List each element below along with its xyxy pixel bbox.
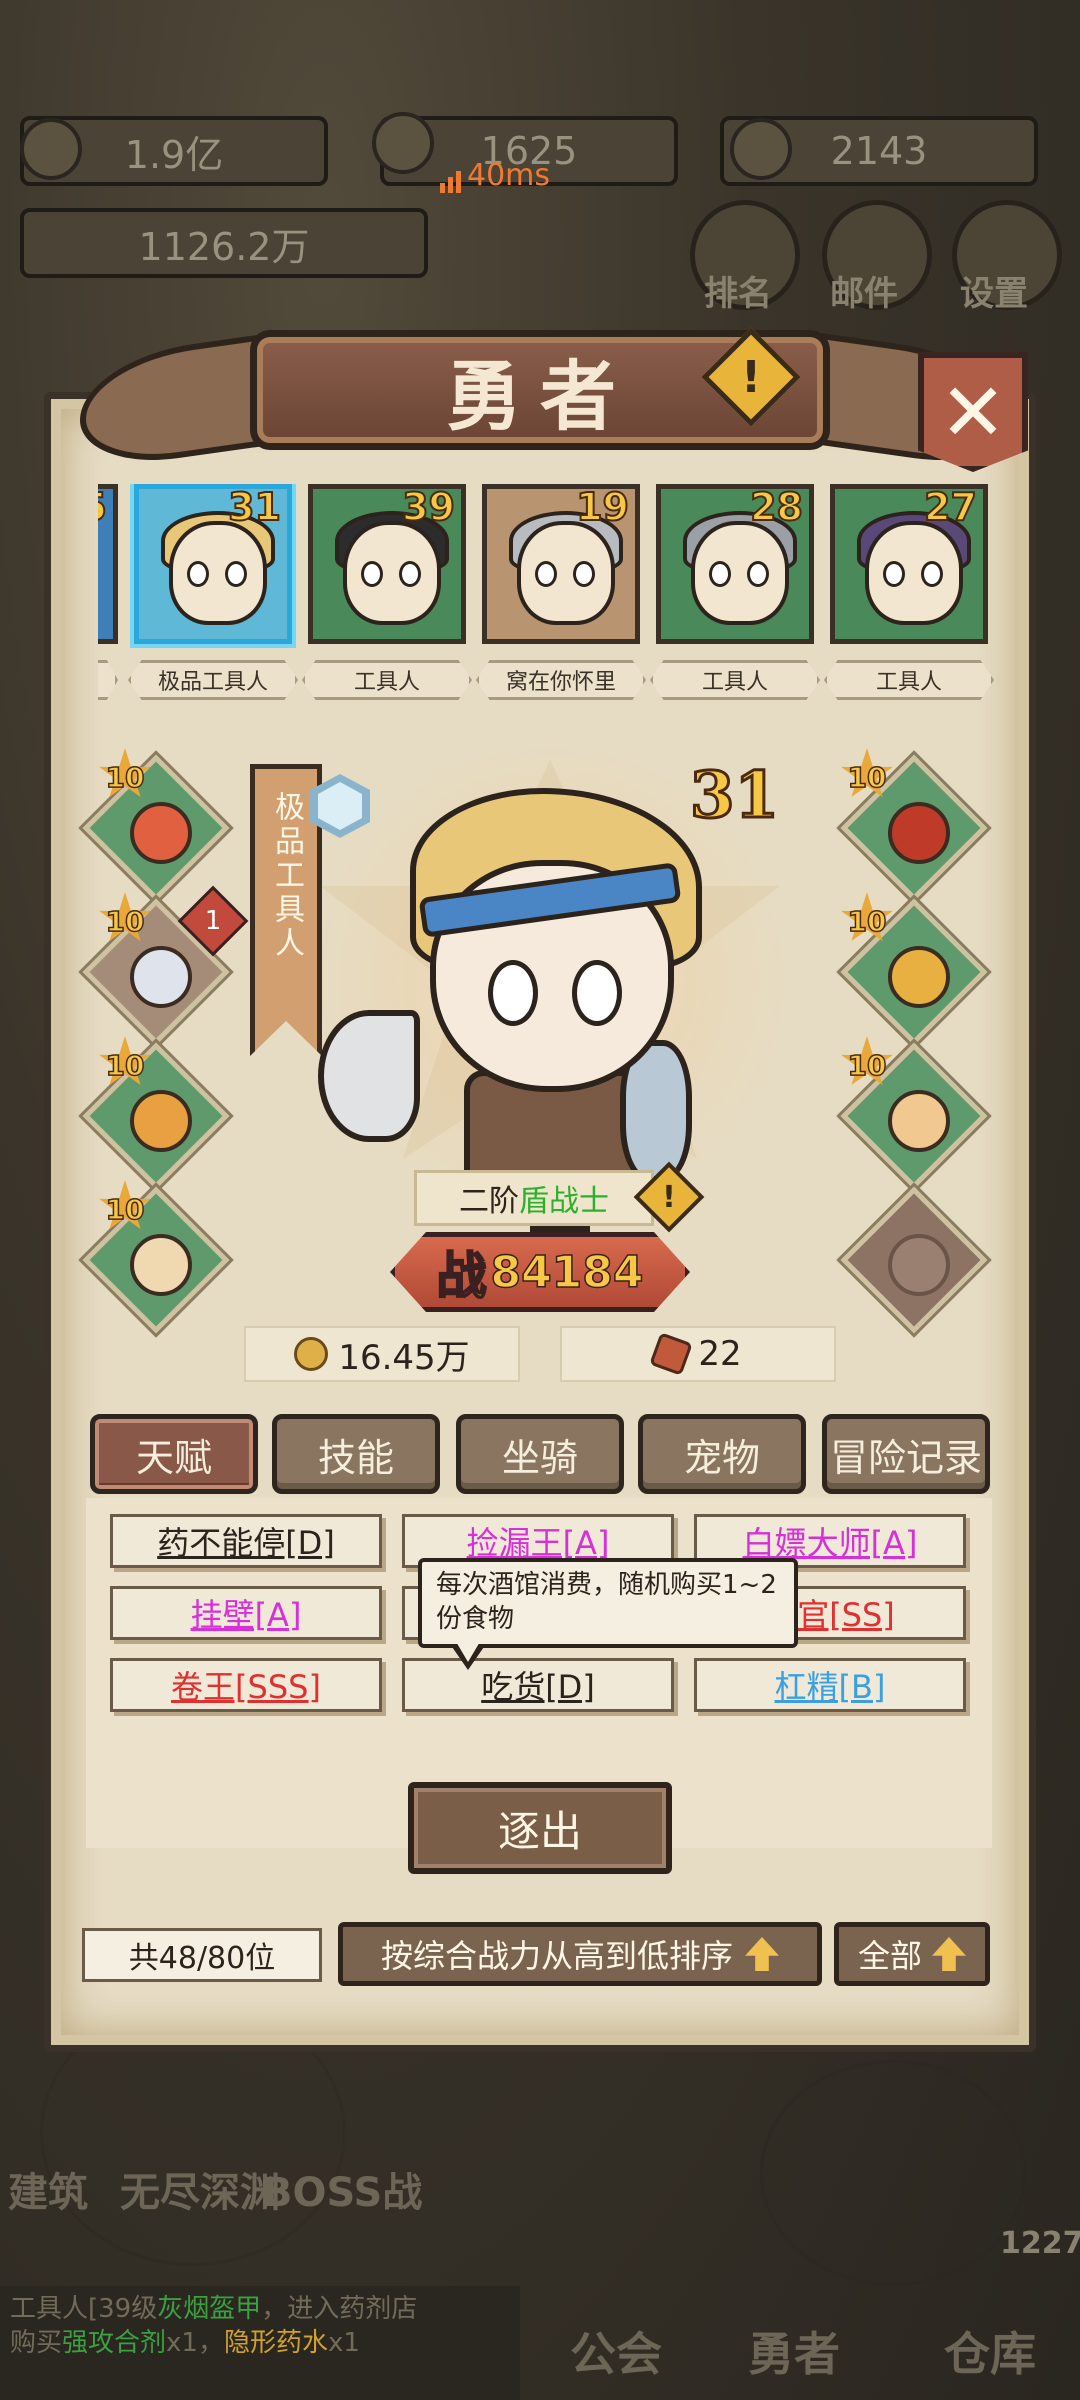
hero-name bbox=[98, 660, 118, 700]
upgrade-badge-count: 1 bbox=[204, 906, 222, 936]
hero-level: 31 bbox=[227, 484, 282, 530]
settings-label: 设置 bbox=[960, 274, 1028, 314]
hero-level: 27 bbox=[923, 484, 978, 530]
equip-level: 10 bbox=[105, 1192, 145, 1227]
hero-scrolls-value: 22 bbox=[698, 1334, 742, 1374]
filter-button[interactable]: 全部 bbox=[834, 1922, 990, 1986]
event-ticker: 工具人[39级灰烟盔甲，进入药剂店 购买强攻合剂x1，隐形药水x1 bbox=[0, 2286, 520, 2400]
power-label: 战 bbox=[435, 1245, 487, 1306]
hero-eye bbox=[488, 960, 538, 1026]
hero-card-selected[interactable]: 31 bbox=[134, 484, 292, 644]
rank-title: 极品工具人 bbox=[269, 791, 304, 961]
tab-pet[interactable]: 宠物 bbox=[638, 1414, 806, 1494]
right-resource-value: 2143 bbox=[830, 129, 928, 173]
combat-power: 战 84184 bbox=[390, 1232, 690, 1312]
network-ping: 40ms bbox=[440, 158, 550, 193]
gold-coin-icon bbox=[20, 118, 82, 180]
gold-value: 1.9亿 bbox=[124, 132, 224, 177]
tab-mount[interactable]: 坐骑 bbox=[456, 1414, 624, 1494]
hero-count: 共48/80位 bbox=[82, 1928, 322, 1982]
total-power-bar: 1126.2万 bbox=[20, 208, 428, 278]
hero-class: 二阶 盾战士 bbox=[414, 1170, 654, 1226]
background-tree bbox=[760, 2060, 1026, 2286]
trait-tooltip: 每次酒馆消费，随机购买1~2份食物 bbox=[418, 1558, 798, 1648]
warehouse-badge: 1227 bbox=[1000, 2226, 1080, 2261]
equip-level: 10 bbox=[105, 1048, 145, 1083]
panel-title-text: 勇者 bbox=[446, 352, 634, 441]
hero-level: 19 bbox=[575, 484, 630, 530]
arrow-up-icon bbox=[932, 1937, 966, 1971]
gem-icon bbox=[730, 118, 792, 180]
class-name: 盾战士 bbox=[519, 1184, 609, 1219]
gloves-icon bbox=[888, 1090, 950, 1152]
scroll-icon bbox=[649, 1332, 694, 1376]
filter-label: 全部 bbox=[857, 1937, 922, 1975]
hero-eye bbox=[572, 960, 622, 1026]
hero-name: 窝在你怀里 bbox=[476, 660, 646, 700]
sort-label: 按综合战力从高到低排序 bbox=[380, 1937, 733, 1975]
hero-name: 工具人 bbox=[650, 660, 820, 700]
equip-level: 10 bbox=[847, 1048, 887, 1083]
mail-label: 邮件 bbox=[830, 274, 898, 314]
hero-scrolls: 22 bbox=[560, 1326, 836, 1382]
equip-level: 10 bbox=[847, 760, 887, 795]
hero-card[interactable]: 39 bbox=[308, 484, 466, 644]
ping-value: 40ms bbox=[467, 158, 551, 193]
tab-adventure-log[interactable]: 冒险记录 bbox=[822, 1414, 990, 1494]
hero-card[interactable]: 27 bbox=[830, 484, 988, 644]
nav-warehouse[interactable]: 仓库 bbox=[944, 2318, 1036, 2384]
empty-slot-icon bbox=[888, 1234, 950, 1296]
hero-roster[interactable]: 25 31 39 19 28 27 bbox=[98, 484, 994, 654]
helmet-icon bbox=[130, 1090, 192, 1152]
axe-icon bbox=[130, 802, 192, 864]
equip-level: 10 bbox=[847, 904, 887, 939]
equip-level: 10 bbox=[105, 904, 145, 939]
close-button[interactable]: ✕ bbox=[918, 352, 1028, 472]
hero-card[interactable]: 25 bbox=[98, 484, 118, 644]
build-label[interactable]: 建筑 bbox=[8, 2160, 88, 2218]
hero-axe bbox=[318, 1010, 420, 1142]
hero-name-row: 极品工具人 工具人 窝在你怀里 工具人 工具人 bbox=[98, 660, 994, 704]
total-power-value: 1126.2万 bbox=[138, 224, 310, 269]
boots-icon bbox=[130, 1234, 192, 1296]
hero-level: 39 bbox=[401, 484, 456, 530]
coin-icon bbox=[294, 1337, 329, 1371]
hero-card[interactable]: 19 bbox=[482, 484, 640, 644]
hero-level-display: 31 bbox=[688, 757, 780, 835]
hero-level: 25 bbox=[98, 484, 108, 530]
trait-item[interactable]: 挂壁[A] bbox=[110, 1586, 382, 1640]
abyss-label[interactable]: 无尽深渊 bbox=[120, 2160, 280, 2218]
signal-bars-icon bbox=[440, 169, 461, 193]
trait-item[interactable]: 吃货[D] bbox=[402, 1658, 674, 1712]
equip-level: 10 bbox=[105, 760, 145, 795]
hero-name: 工具人 bbox=[824, 660, 994, 700]
expel-button[interactable]: 逐出 bbox=[408, 1782, 672, 1874]
power-value: 84184 bbox=[490, 1246, 645, 1299]
boss-label[interactable]: BOSS战 bbox=[262, 2160, 422, 2218]
hero-gold: 16.45万 bbox=[244, 1326, 520, 1382]
trait-item[interactable]: 药不能停[D] bbox=[110, 1514, 382, 1568]
hero-level: 28 bbox=[749, 484, 804, 530]
trait-item[interactable]: 卷王[SSS] bbox=[110, 1658, 382, 1712]
close-icon: ✕ bbox=[939, 365, 1007, 459]
tab-skill[interactable]: 技能 bbox=[272, 1414, 440, 1494]
sort-button[interactable]: 按综合战力从高到低排序 bbox=[338, 1922, 822, 1986]
arrow-up-icon bbox=[745, 1937, 779, 1971]
trait-item[interactable]: 杠精[B] bbox=[694, 1658, 966, 1712]
tab-talent[interactable]: 天赋 bbox=[90, 1414, 258, 1494]
hero-card[interactable]: 28 bbox=[656, 484, 814, 644]
amulet-icon bbox=[888, 802, 950, 864]
hero-name: 工具人 bbox=[302, 660, 472, 700]
crystal-icon bbox=[372, 112, 434, 174]
nav-heroes[interactable]: 勇者 bbox=[748, 2318, 840, 2384]
hero-name: 极品工具人 bbox=[128, 660, 298, 700]
ranking-label: 排名 bbox=[704, 274, 772, 314]
ring-icon bbox=[888, 946, 950, 1008]
nav-guild[interactable]: 公会 bbox=[570, 2318, 662, 2384]
hero-gold-value: 16.45万 bbox=[338, 1337, 470, 1378]
armor-icon bbox=[130, 946, 192, 1008]
